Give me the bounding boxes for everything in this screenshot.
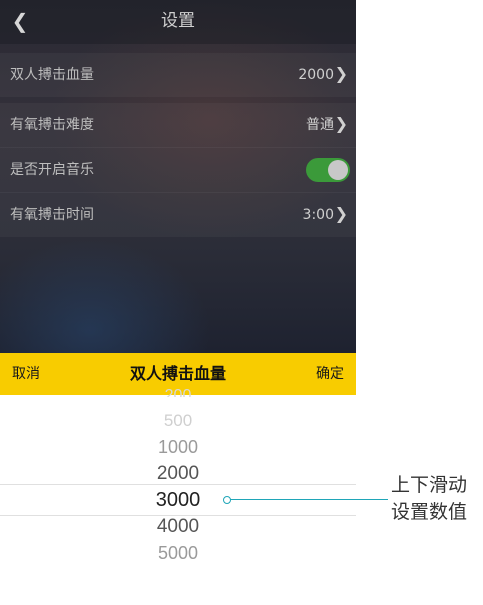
setting-row-time[interactable]: 有氧搏击时间 3:00 ❯ — [0, 193, 356, 237]
setting-label: 双人搏击血量 — [10, 67, 94, 83]
setting-label: 有氧搏击时间 — [10, 207, 94, 223]
picker-option-selected[interactable]: 3000 — [0, 488, 356, 512]
number-picker-wheel[interactable]: 200 500 1000 2000 3000 4000 5000 — [0, 387, 356, 605]
setting-row-music: 是否开启音乐 — [0, 148, 356, 192]
callout-text: 上下滑动 设置数值 — [391, 472, 483, 526]
chevron-right-icon: ❯ — [334, 64, 348, 83]
setting-row-hp[interactable]: 双人搏击血量 2000 ❯ — [0, 53, 356, 97]
chevron-right-icon: ❯ — [334, 204, 348, 223]
phone-screen: ❮ 设置 双人搏击血量 2000 ❯ 有氧搏击难度 普通 ❯ 是否开启音乐 有氧… — [0, 0, 356, 605]
picker-option[interactable]: 1000 — [0, 436, 356, 458]
toggle-knob — [328, 160, 348, 180]
selection-line-top — [0, 484, 356, 485]
page-title: 设置 — [161, 11, 195, 31]
callout-line-2: 设置数值 — [391, 501, 468, 523]
setting-value: 2000 — [298, 67, 334, 83]
callout-dot — [223, 496, 231, 504]
callout-line-1: 上下滑动 — [391, 474, 468, 496]
top-bar: ❮ 设置 — [0, 0, 356, 44]
picker-title: 双人搏击血量 — [129, 364, 226, 383]
setting-label: 有氧搏击难度 — [10, 117, 94, 133]
picker-option[interactable]: 500 — [0, 411, 356, 431]
picker-option[interactable]: 2000 — [0, 462, 356, 486]
setting-row-difficulty[interactable]: 有氧搏击难度 普通 ❯ — [0, 103, 356, 147]
chevron-right-icon: ❯ — [334, 114, 348, 133]
confirm-button[interactable]: 确定 — [316, 364, 344, 384]
setting-label: 是否开启音乐 — [10, 162, 94, 178]
picker-option[interactable]: 5000 — [0, 542, 356, 564]
setting-value: 普通 — [306, 117, 334, 133]
setting-value: 3:00 — [302, 207, 334, 223]
picker-option[interactable]: 200 — [0, 387, 356, 397]
callout-line — [230, 499, 388, 500]
music-toggle[interactable] — [306, 158, 350, 182]
picker-option[interactable]: 4000 — [0, 515, 356, 539]
